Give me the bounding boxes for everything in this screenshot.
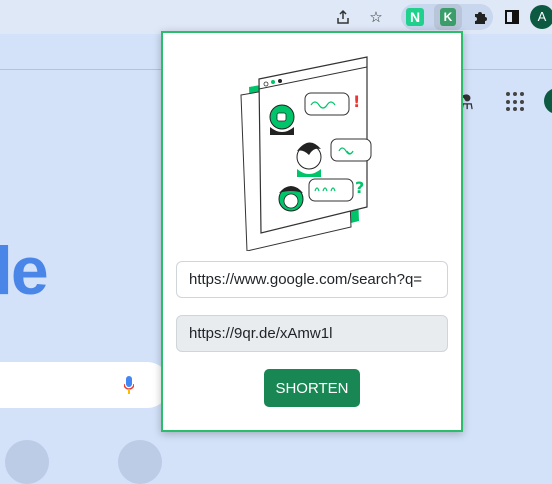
- google-account-avatar[interactable]: [544, 88, 552, 114]
- bookmark-star-icon[interactable]: ☆: [364, 5, 388, 29]
- browser-toolbar: ☆ N K A: [0, 0, 552, 34]
- long-url-input[interactable]: [176, 261, 448, 298]
- short-url-output[interactable]: [176, 315, 448, 352]
- puzzle-extensions-icon[interactable]: [468, 5, 492, 29]
- extension-k-icon[interactable]: K: [440, 8, 456, 26]
- chat-illustration-image: ! ?: [240, 56, 372, 251]
- extension-n-icon[interactable]: N: [406, 8, 424, 26]
- profile-avatar[interactable]: A: [530, 5, 552, 29]
- svg-text:?: ?: [355, 178, 364, 197]
- google-search-box[interactable]: [0, 362, 170, 408]
- url-shortener-popup: ! ? SHORTEN: [161, 31, 463, 432]
- shortcut-circle[interactable]: [118, 440, 162, 484]
- shortcut-circle[interactable]: [5, 440, 49, 484]
- side-panel-icon[interactable]: [500, 5, 524, 29]
- share-icon[interactable]: [331, 5, 355, 29]
- svg-text:!: !: [353, 92, 360, 111]
- google-logo-fragment: le: [0, 233, 49, 309]
- microphone-icon[interactable]: [124, 376, 134, 394]
- shorten-button[interactable]: SHORTEN: [264, 369, 360, 407]
- apps-grid-icon[interactable]: [506, 92, 526, 112]
